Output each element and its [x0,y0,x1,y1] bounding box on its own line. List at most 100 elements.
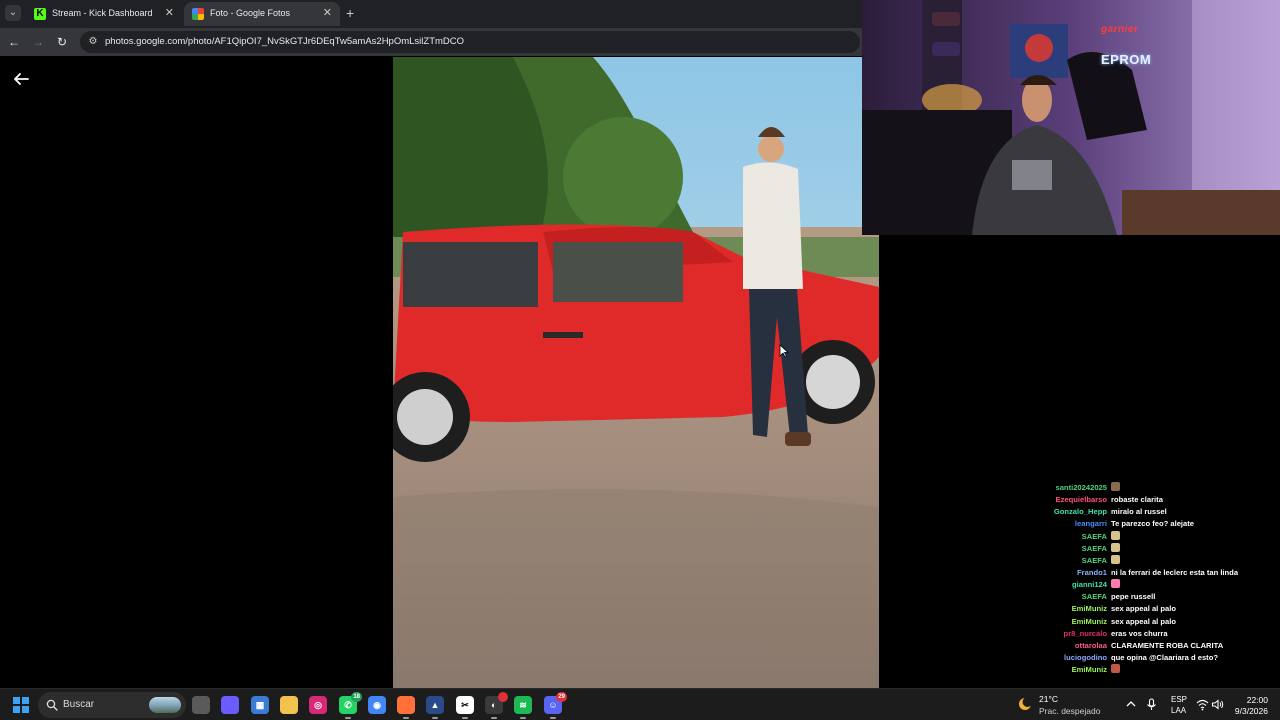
tab-google-photos[interactable]: Foto - Google Fotos ✕ [184,2,340,26]
chat-username[interactable]: santi20242025 [980,482,1111,494]
close-tab-icon[interactable]: ✕ [323,6,332,19]
chat-message: pr8_nurcalo eras vos churra [980,628,1280,640]
chat-username[interactable]: ottarolaa [980,640,1111,652]
webcam-feed [862,0,1280,235]
site-info-icon[interactable]: ⚙ [87,36,99,48]
chat-username[interactable]: Ezequielbarso [980,494,1111,506]
copilot-icon[interactable] [221,696,239,714]
running-indicator [550,717,556,719]
weather-temperature[interactable]: 21°C [1039,694,1058,704]
chat-message: leangarri Te parezco feo? alejate [980,518,1280,530]
weather-description[interactable]: Prac. despejado [1039,706,1100,716]
search-highlight-image [149,697,181,713]
chat-username[interactable]: EmiMuniz [980,664,1111,676]
chat-message-text: sex appeal al palo [1111,616,1176,626]
mouse-cursor-icon [779,344,789,358]
spotify-icon[interactable]: ≋ [514,696,532,714]
chat-message-text: que opina @Claariara d esto? [1111,652,1218,662]
photo-image[interactable] [393,57,879,688]
chat-message: santi20242025 [980,482,1280,494]
search-icon [46,699,58,711]
vpn-icon[interactable]: ▲ [426,696,444,714]
chat-message-text: miralo al russel [1111,507,1167,517]
chat-username[interactable]: EmiMuniz [980,603,1111,615]
close-tab-icon[interactable]: ✕ [165,6,174,19]
wifi-icon[interactable] [1196,698,1209,711]
chat-username[interactable]: SAEFA [980,543,1111,555]
chat-emote-icon [1111,542,1120,552]
chat-emote-icon [1111,554,1120,564]
notification-badge [498,692,508,702]
running-indicator [345,717,351,719]
chat-message-text: robaste clarita [1111,495,1163,505]
chat-message: EmiMuniz sex appeal al palo [980,603,1280,615]
chat-message: SAEFA [980,554,1280,567]
microphone-icon[interactable] [1145,698,1158,711]
clock-time[interactable]: 22:00 [1236,695,1268,705]
firefox-icon[interactable] [397,696,415,714]
chat-username[interactable]: Gonzalo_Hepp [980,506,1111,518]
running-indicator [491,717,497,719]
chat-username[interactable]: luciogodino [980,652,1111,664]
instagram-icon[interactable]: ◎ [309,696,327,714]
chat-username[interactable]: SAEFA [980,531,1111,543]
obs-icon[interactable]: ◐ [485,692,508,714]
chat-message-text: Te parezco feo? alejate [1111,519,1194,529]
chat-username[interactable]: SAEFA [980,591,1111,603]
back-arrow-icon[interactable] [12,70,30,88]
chrome-icon[interactable]: ◉ [368,696,386,714]
chat-message: EmiMuniz [980,664,1280,676]
tab-title: Foto - Google Fotos [210,8,291,18]
tab-search-button[interactable]: ⌄ [5,5,21,21]
chat-message-text: CLARAMENTE ROBA CLARITA [1111,640,1224,650]
keyboard-layout-indicator[interactable]: LAA [1171,706,1186,715]
chat-username[interactable]: EmiMuniz [980,616,1111,628]
capcut-icon[interactable]: ✂ [456,696,474,714]
running-indicator [520,717,526,719]
chat-message: ottarolaa CLARAMENTE ROBA CLARITA [980,640,1280,652]
tab-title: Stream - Kick Dashboard [52,8,153,18]
volume-icon[interactable] [1211,698,1224,711]
webcam-neon-sign: EPROM [1101,52,1152,67]
back-button[interactable]: ← [6,34,22,50]
chat-username[interactable]: pr8_nurcalo [980,628,1111,640]
chevron-up-icon[interactable] [1125,698,1137,710]
clock-date[interactable]: 9/3/2026 [1226,706,1268,716]
start-button[interactable] [13,697,29,713]
browser-toolbar: ← → ↻ ⚙ photos.google.com/photo/AF1QipOI… [0,28,862,56]
forward-button[interactable]: → [30,34,46,50]
chat-username[interactable]: leangarri [980,518,1111,530]
whatsapp-icon[interactable]: ✆ 18 [339,692,362,714]
new-tab-button[interactable]: + [346,5,354,21]
task-view-icon[interactable] [192,696,210,714]
chat-message: Ezequielbarso robaste clarita [980,494,1280,506]
desktop: ⌄ K Stream - Kick Dashboard ✕ Foto - Goo… [0,0,1280,720]
chat-message: luciogodino que opina @Claariara d esto? [980,652,1280,664]
discord-icon[interactable]: ☺ 29 [544,692,567,714]
notification-badge: 18 [351,692,362,702]
weather-icon[interactable] [1017,696,1033,712]
chat-username[interactable]: Frando1 [980,567,1111,579]
chat-message: Frando1 ni la ferrari de leclerc esta tan… [980,567,1280,579]
running-indicator [432,717,438,719]
language-indicator[interactable]: ESP [1171,695,1187,704]
chat-username[interactable]: SAEFA [980,555,1111,567]
reload-button[interactable]: ↻ [54,34,70,50]
taskbar-search[interactable]: Buscar [38,692,186,718]
search-label: Buscar [63,699,95,710]
browser-tab-strip: ⌄ K Stream - Kick Dashboard ✕ Foto - Goo… [0,0,862,28]
kick-icon: K [34,8,46,20]
chat-message: Gonzalo_Hepp miralo al russel [980,506,1280,518]
chat-message-text: sex appeal al palo [1111,604,1176,614]
store-icon[interactable]: ▦ [251,696,269,714]
running-indicator [462,717,468,719]
running-indicator [403,717,409,719]
file-explorer-icon[interactable] [280,696,298,714]
chat-username[interactable]: gianni124 [980,579,1111,591]
chat-emote-icon [1111,579,1120,589]
webcam-sponsor-logo: garnier [1101,24,1139,35]
chat-emote-icon [1111,530,1120,540]
url-text[interactable]: photos.google.com/photo/AF1QipOI7_NvSkGT… [105,36,464,47]
address-bar[interactable]: ⚙ photos.google.com/photo/AF1QipOI7_NvSk… [80,31,860,53]
tab-kick-dashboard[interactable]: K Stream - Kick Dashboard ✕ [26,2,182,26]
